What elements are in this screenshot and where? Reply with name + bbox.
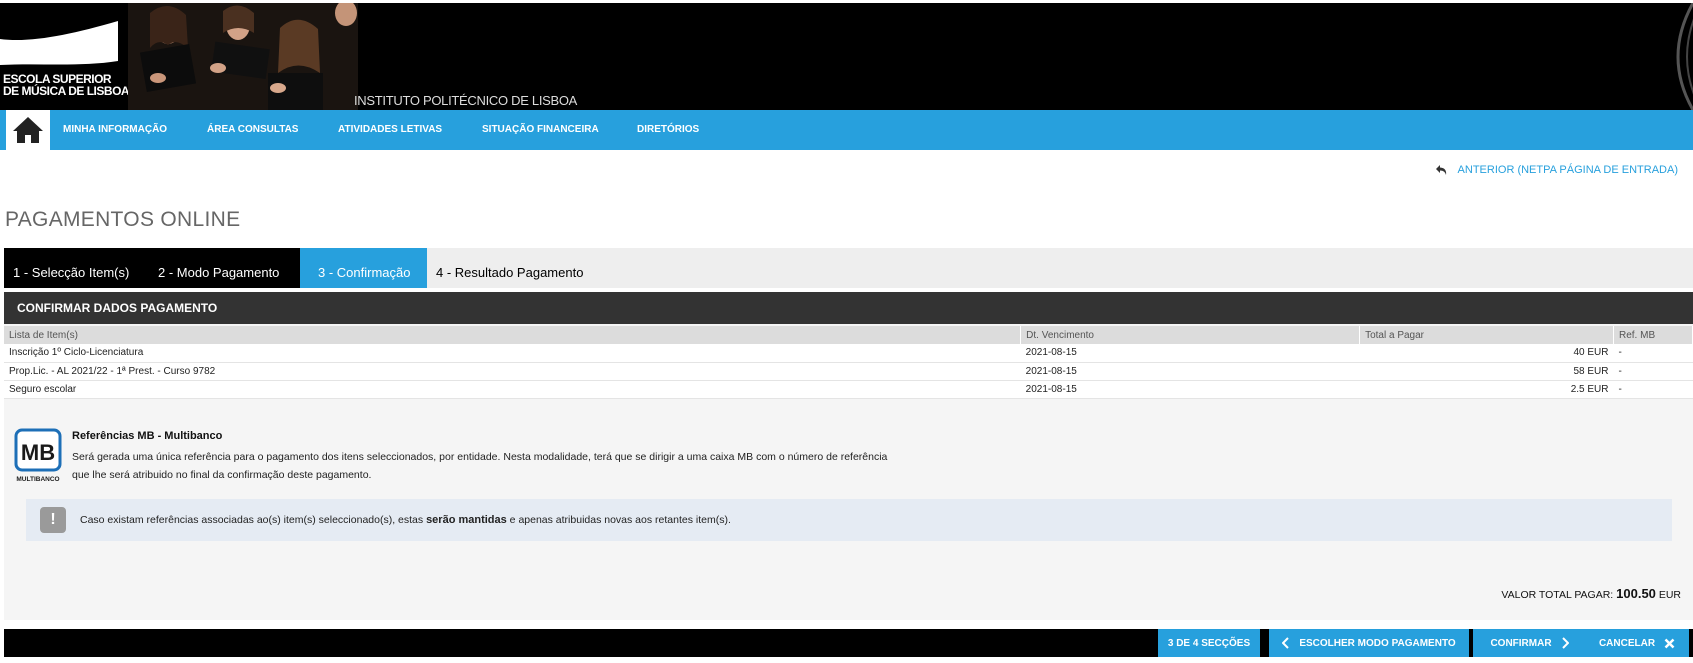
multibanco-title: Referências MB - Multibanco [72,430,223,442]
row-due: 2021-08-15 [1020,362,1360,381]
undo-arrow-icon [1435,165,1446,175]
choose-payment-mode-button[interactable]: ESCOLHER MODO PAGAMENTO [1269,629,1469,657]
col-due-date: Dt. Vencimento [1020,326,1361,344]
nav-item-situacao-financeira[interactable]: SITUAÇÃO FINANCEIRA [482,110,599,150]
row-item: Seguro escolar [4,380,1021,399]
row-total: 2.5 EUR [1359,380,1614,399]
exclamation-icon: ! [40,507,66,533]
school-logo[interactable]: ESCOLA SUPERIOR DE MÚSICA DE LISBOA [0,17,130,99]
main-nav: MINHA INFORMAÇÃO ÁREA CONSULTAS ATIVIDAD… [0,110,1693,150]
items-table: Lista de Item(s) Dt. Vencimento Total a … [4,326,1693,399]
nav-item-area-consultas[interactable]: ÁREA CONSULTAS [207,110,298,150]
total-amount: VALOR TOTAL PAGAR: 100.50 EUR [1501,586,1681,601]
sections-indicator: 3 DE 4 SECÇÕES [1158,629,1260,657]
row-due: 2021-08-15 [1020,380,1360,399]
row-ref: - [1613,380,1693,399]
step-2[interactable]: 2 - Modo Pagamento [141,248,300,288]
close-icon [1664,638,1675,648]
chevron-right-icon [1561,637,1569,649]
info-note: ! Caso existam referências associadas ao… [26,499,1672,541]
nav-item-minha-informacao[interactable]: MINHA INFORMAÇÃO [63,110,167,150]
logo-text: ESCOLA SUPERIOR DE MÚSICA DE LISBOA [3,72,130,98]
nav-item-atividades-letivas[interactable]: ATIVIDADES LETIVAS [338,110,442,150]
decorative-arc [1676,3,1693,110]
steps-bar: 1 - Selecção Item(s) 2 - Modo Pagamento … [4,248,1693,288]
header-photo [128,3,358,110]
home-button[interactable] [6,110,50,150]
col-items: Lista de Item(s) [4,326,1022,344]
multibanco-description: Será gerada uma única referência para o … [72,451,888,481]
step-1[interactable]: 1 - Selecção Item(s) [4,248,141,288]
step-4[interactable]: 4 - Resultado Pagamento [427,248,607,288]
svg-text:MULTIBANCO: MULTIBANCO [16,476,59,483]
col-total: Total a Pagar [1359,326,1614,344]
row-item: Inscrição 1º Ciclo-Licenciatura [4,344,1021,363]
back-link[interactable]: ANTERIOR (NETPA PÁGINA DE ENTRADA) [1435,164,1678,176]
panel-body: Lista de Item(s) Dt. Vencimento Total a … [4,324,1693,620]
site-header: ESCOLA SUPERIOR DE MÚSICA DE LISBOA INST… [0,3,1693,110]
table-row: Prop.Lic. - AL 2021/22 - 1ª Prest. - Cur… [4,362,1693,381]
row-ref: - [1613,362,1693,381]
nav-item-diretorios[interactable]: DIRETÓRIOS [637,110,699,150]
row-total: 40 EUR [1359,344,1614,363]
row-total: 58 EUR [1359,362,1614,381]
table-row: Seguro escolar 2021-08-15 2.5 EUR - [4,380,1693,399]
footer-bar: 3 DE 4 SECÇÕES ESCOLHER MODO PAGAMENTO C… [4,629,1693,657]
row-due: 2021-08-15 [1020,344,1360,363]
multibanco-logo-icon: MB MULTIBANCO [14,428,62,483]
back-link-label: ANTERIOR (NETPA PÁGINA DE ENTRADA) [1457,164,1678,176]
cancel-button[interactable]: CANCELAR [1585,629,1689,657]
table-header: Lista de Item(s) Dt. Vencimento Total a … [4,326,1693,344]
row-item: Prop.Lic. - AL 2021/22 - 1ª Prest. - Cur… [4,362,1021,381]
info-note-text: Caso existam referências associadas ao(s… [80,514,731,526]
col-ref-mb: Ref. MB [1613,326,1693,344]
svg-text:MB: MB [21,440,55,465]
home-icon [13,117,43,143]
confirm-button[interactable]: CONFIRMAR [1473,629,1586,657]
chevron-left-icon [1282,637,1290,649]
institute-name: INSTITUTO POLITÉCNICO DE LISBOA [354,93,578,108]
row-ref: - [1613,344,1693,363]
step-3[interactable]: 3 - Confirmação [300,248,427,288]
logo-shape-icon [0,21,118,65]
page-title: PAGAMENTOS ONLINE [5,208,241,231]
panel-title: CONFIRMAR DADOS PAGAMENTO [4,292,1693,324]
table-row: Inscrição 1º Ciclo-Licenciatura 2021-08-… [4,344,1693,363]
